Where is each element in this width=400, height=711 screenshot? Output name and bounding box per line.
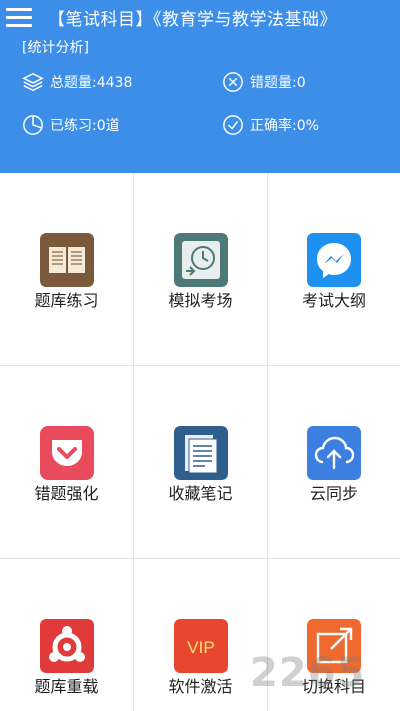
stat-wrong-text: 错题量:0 — [250, 75, 306, 91]
menu-item-favorites-notes[interactable]: 收藏笔记 — [134, 366, 267, 558]
reload-icon — [39, 619, 94, 673]
cloud-upload-icon — [307, 426, 361, 480]
menu-grid: 题库练习 模拟考场 考试大纲 错题强化 收藏笔记 云同步 题库重载 VIP 软件… — [0, 173, 400, 711]
menu-item-label: 题库重载 — [34, 677, 99, 696]
stat-accuracy-text: 正确率:0% — [250, 118, 319, 134]
menu-item-question-bank[interactable]: 题库练习 — [0, 173, 133, 365]
layers-icon — [22, 72, 44, 92]
vip-icon: VIP — [173, 619, 228, 673]
stat-wrong: 错题量:0 — [222, 71, 306, 93]
close-circle-icon — [223, 72, 243, 92]
page-title: 【笔试科目】《教育学与教学法基础》 — [48, 10, 337, 30]
stat-accuracy: 正确率:0% — [222, 114, 319, 136]
stat-total-text: 总题量:4438 — [50, 75, 133, 91]
menu-item-label: 云同步 — [309, 484, 358, 503]
menu-item-activate-software[interactable]: VIP 软件激活 — [134, 559, 267, 711]
menu-item-reload-bank[interactable]: 题库重载 — [0, 559, 133, 711]
menu-item-mock-exam[interactable]: 模拟考场 — [134, 173, 267, 365]
vip-badge-text: VIP — [187, 638, 214, 657]
menu-item-label: 错题强化 — [34, 484, 99, 503]
menu-item-label: 收藏笔记 — [168, 484, 233, 503]
pie-chart-icon — [23, 115, 43, 135]
menu-item-label: 考试大纲 — [301, 291, 366, 310]
menu-item-cloud-sync[interactable]: 云同步 — [268, 366, 400, 558]
check-circle-icon — [223, 115, 243, 135]
menu-item-switch-subject[interactable]: 切换科目 — [268, 559, 400, 711]
document-icon — [173, 426, 228, 480]
stat-practiced-text: 已练习:0道 — [50, 118, 120, 134]
menu-item-label: 切换科目 — [301, 677, 366, 696]
clock-icon — [173, 233, 228, 287]
menu-item-label: 软件激活 — [168, 677, 233, 696]
switch-icon — [307, 619, 361, 673]
menu-item-mistake-review[interactable]: 错题强化 — [0, 366, 133, 558]
menu-icon[interactable] — [6, 4, 34, 30]
menu-item-label: 题库练习 — [34, 291, 99, 310]
messenger-icon — [307, 233, 361, 287]
stat-total: 总题量:4438 — [22, 71, 132, 93]
pocket-icon — [39, 426, 94, 480]
header: 【笔试科目】《教育学与教学法基础》 [统计分析] 总题量:4438 错题量:0 … — [0, 0, 400, 173]
menu-item-label: 模拟考场 — [168, 291, 233, 310]
stat-practiced: 已练习:0道 — [22, 114, 120, 136]
section-label: [统计分析] — [22, 40, 89, 56]
menu-item-exam-syllabus[interactable]: 考试大纲 — [268, 173, 400, 365]
book-icon — [39, 233, 94, 287]
